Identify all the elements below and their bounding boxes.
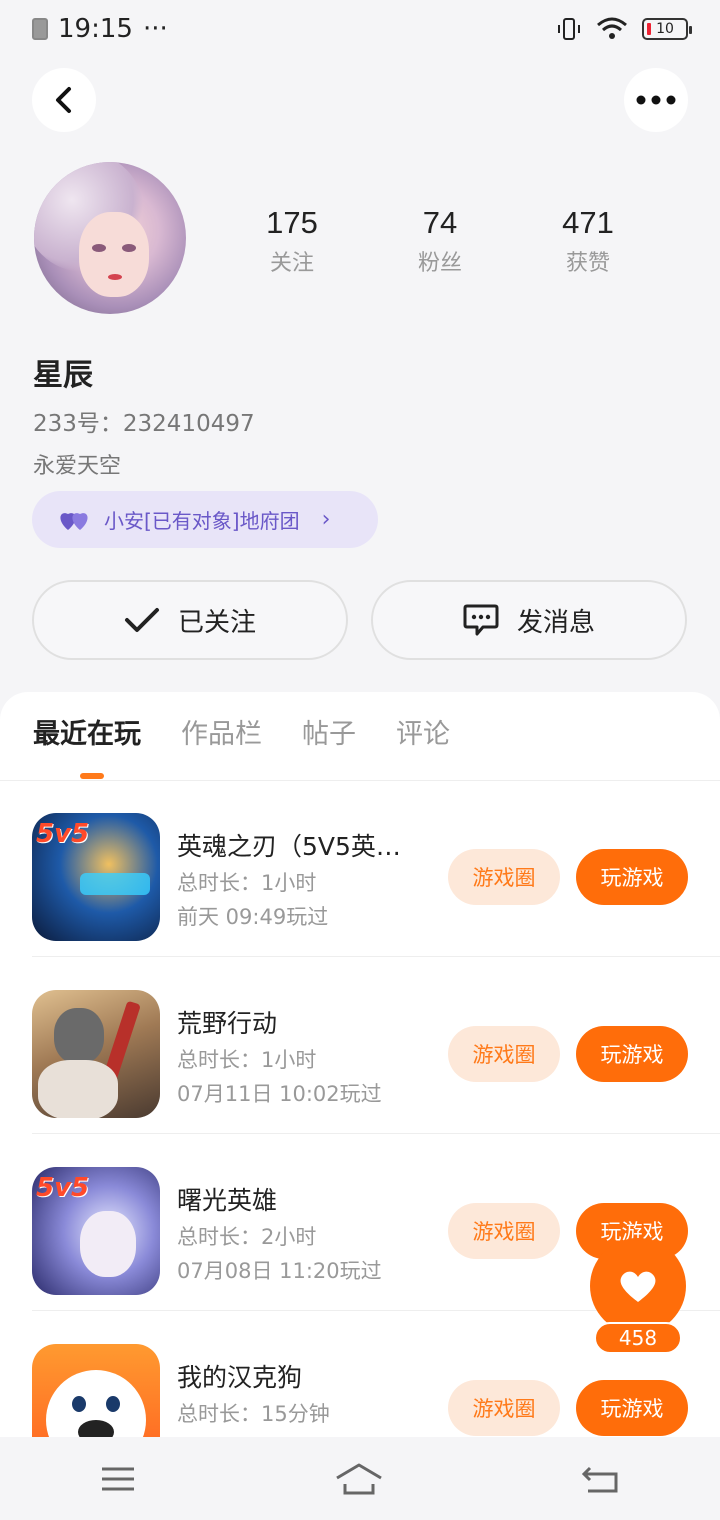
like-count: 458 bbox=[594, 1322, 682, 1354]
game-icon[interactable] bbox=[32, 990, 160, 1118]
tab-posts[interactable]: 帖子 bbox=[302, 712, 356, 751]
chevron-right-icon: › bbox=[321, 507, 331, 532]
stat-following[interactable]: 175 关注 bbox=[218, 205, 366, 277]
profile-signature: 永爱天空 bbox=[33, 454, 122, 479]
game-row[interactable]: 荒野行动 总时长：1小时 07月11日 10:02玩过 游戏圈 玩游戏 bbox=[0, 958, 720, 1134]
stat-value: 471 bbox=[562, 205, 614, 240]
game-badge: 5v5 bbox=[36, 819, 90, 849]
game-circle-button[interactable]: 游戏圈 bbox=[448, 1203, 560, 1259]
battery-icon: 10 bbox=[642, 18, 692, 40]
tab-indicator bbox=[80, 773, 104, 779]
followed-button[interactable]: 已关注 bbox=[32, 580, 348, 660]
back-button[interactable] bbox=[32, 68, 96, 132]
group-badge[interactable]: 小安[已有对象]地府团 › bbox=[32, 491, 378, 548]
home-icon[interactable] bbox=[335, 1462, 383, 1496]
stat-label: 粉丝 bbox=[417, 251, 462, 276]
profile-stats: 175 关注 74 粉丝 471 获赞 bbox=[218, 205, 688, 277]
game-last-played: 07月08日 11:20玩过 bbox=[177, 1259, 382, 1283]
vibrate-icon bbox=[558, 18, 580, 40]
play-game-button[interactable]: 玩游戏 bbox=[576, 1380, 688, 1436]
game-duration: 总时长：2小时 bbox=[177, 1225, 317, 1249]
chevron-left-icon bbox=[56, 87, 71, 113]
heart-icon bbox=[620, 1271, 656, 1302]
stat-followers[interactable]: 74 粉丝 bbox=[366, 205, 514, 277]
profile-name: 星辰 bbox=[33, 358, 93, 393]
back-nav-icon[interactable] bbox=[582, 1464, 620, 1494]
game-circle-button[interactable]: 游戏圈 bbox=[448, 1026, 560, 1082]
game-title: 我的汉克狗 bbox=[177, 1363, 303, 1392]
more-button[interactable] bbox=[624, 68, 688, 132]
tab-bar: 最近在玩 作品栏 帖子 评论 bbox=[33, 712, 450, 751]
game-circle-button[interactable]: 游戏圈 bbox=[448, 1380, 560, 1436]
stat-likes[interactable]: 471 获赞 bbox=[514, 205, 662, 277]
system-nav-bar bbox=[0, 1437, 720, 1520]
followed-label: 已关注 bbox=[177, 607, 256, 638]
check-icon bbox=[124, 608, 159, 632]
game-duration: 总时长：1小时 bbox=[177, 1048, 317, 1072]
status-dots: ··· bbox=[142, 14, 168, 44]
play-game-button[interactable]: 玩游戏 bbox=[576, 1026, 688, 1082]
profile-uid: 233号：232410497 bbox=[33, 411, 255, 437]
tab-recently-played[interactable]: 最近在玩 bbox=[33, 712, 141, 751]
menu-icon[interactable] bbox=[100, 1465, 136, 1493]
game-last-played: 前天 09:49玩过 bbox=[177, 905, 329, 929]
game-title: 荒野行动 bbox=[177, 1009, 278, 1038]
stat-label: 获赞 bbox=[565, 251, 610, 276]
send-message-label: 发消息 bbox=[516, 607, 595, 638]
play-game-button[interactable]: 玩游戏 bbox=[576, 849, 688, 905]
game-icon[interactable]: 5v5 bbox=[32, 1167, 160, 1295]
game-duration: 总时长：15分钟 bbox=[177, 1402, 330, 1426]
stat-value: 175 bbox=[266, 205, 318, 240]
stat-value: 74 bbox=[422, 205, 458, 240]
double-heart-icon bbox=[60, 512, 88, 530]
game-title: 曙光英雄 bbox=[177, 1186, 278, 1215]
avatar[interactable] bbox=[34, 162, 186, 314]
tab-comments[interactable]: 评论 bbox=[396, 712, 450, 751]
status-time: 19:15 bbox=[58, 14, 133, 44]
game-duration: 总时长：1小时 bbox=[177, 871, 317, 895]
wifi-icon bbox=[597, 17, 627, 39]
game-last-played: 07月11日 10:02玩过 bbox=[177, 1082, 382, 1106]
game-circle-button[interactable]: 游戏圈 bbox=[448, 849, 560, 905]
group-name: 小安[已有对象]地府团 bbox=[104, 509, 300, 533]
game-badge: 5v5 bbox=[36, 1173, 90, 1203]
game-title: 英魂之刃（5V5英… bbox=[177, 832, 401, 861]
status-bar: 19:15 ··· 10 bbox=[0, 0, 720, 58]
send-message-button[interactable]: 发消息 bbox=[371, 580, 687, 660]
chat-bubble-icon bbox=[463, 604, 499, 636]
tab-works[interactable]: 作品栏 bbox=[181, 712, 262, 751]
game-row[interactable]: 5v5 英魂之刃（5V5英… 总时长：1小时 前天 09:49玩过 游戏圈 玩游… bbox=[0, 781, 720, 957]
more-dots-icon bbox=[636, 95, 676, 105]
no-sim-icon bbox=[32, 18, 48, 40]
like-float-button[interactable] bbox=[590, 1238, 686, 1334]
game-icon[interactable]: 5v5 bbox=[32, 813, 160, 941]
stat-label: 关注 bbox=[269, 251, 314, 276]
